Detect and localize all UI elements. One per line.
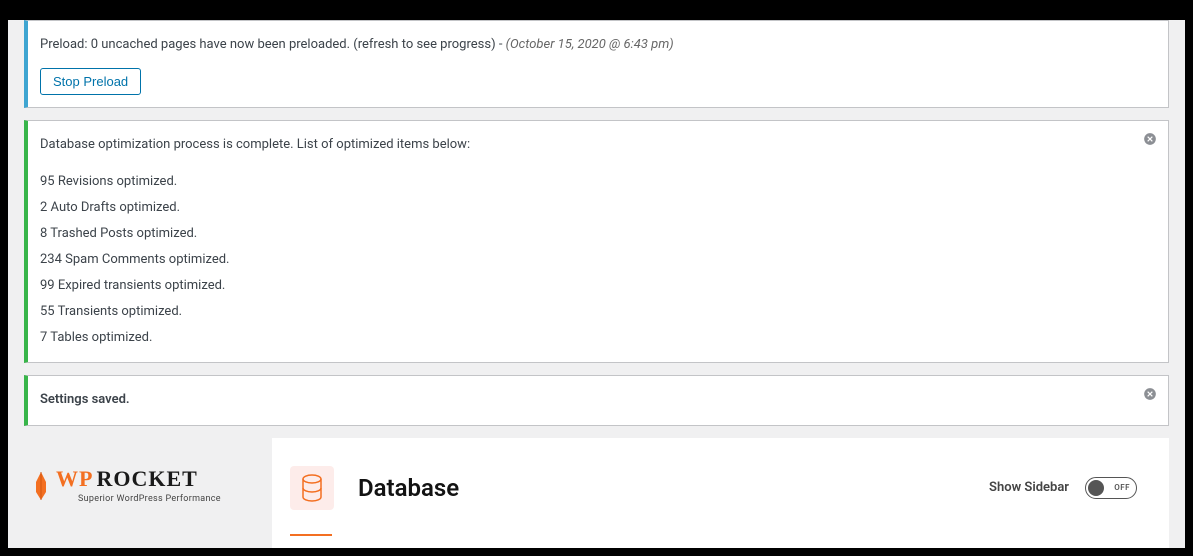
logo-tagline: Superior WordPress Performance [78, 494, 221, 504]
preload-notice-text: Preload: 0 uncached pages have now been … [40, 35, 1156, 56]
preload-timestamp: (October 15, 2020 @ 6:43 pm) [506, 37, 674, 52]
database-icon [300, 474, 324, 502]
db-notice-title: Database optimization process is complet… [40, 135, 1156, 156]
page-title: Database [358, 474, 459, 502]
logo-rocket: ROCKET [96, 466, 197, 491]
show-sidebar-label: Show Sidebar [989, 480, 1069, 495]
settings-saved-text: Settings saved. [40, 390, 1156, 411]
close-icon [1143, 387, 1157, 401]
toggle-knob [1088, 480, 1104, 496]
sidebar-toggle[interactable]: OFF [1085, 477, 1137, 499]
settings-saved-notice: Settings saved. [24, 375, 1169, 426]
preload-text: Preload: 0 uncached pages have now been … [40, 37, 506, 52]
logo-column: WPROCKET Superior WordPress Performance [24, 438, 254, 548]
active-tab-indicator [290, 534, 332, 536]
db-item: 55 Transients optimized. [40, 300, 1156, 324]
toggle-state: OFF [1114, 483, 1130, 492]
preload-notice: Preload: 0 uncached pages have now been … [24, 20, 1169, 108]
dismiss-saved-notice-button[interactable] [1140, 384, 1160, 404]
db-optimization-notice: Database optimization process is complet… [24, 120, 1169, 363]
stop-preload-button[interactable]: Stop Preload [40, 68, 141, 95]
db-item: 234 Spam Comments optimized. [40, 248, 1156, 272]
db-item: 8 Trashed Posts optimized. [40, 222, 1156, 246]
rocket-header: WPROCKET Superior WordPress Performance … [24, 438, 1169, 548]
dismiss-db-notice-button[interactable] [1140, 129, 1160, 149]
db-item: 7 Tables optimized. [40, 326, 1156, 350]
db-item: 95 Revisions optimized. [40, 170, 1156, 194]
db-optimized-list: 95 Revisions optimized. 2 Auto Drafts op… [40, 170, 1156, 350]
rocket-icon [32, 470, 50, 504]
db-item: 99 Expired transients optimized. [40, 274, 1156, 298]
database-icon-box [290, 466, 334, 510]
content-column: Database Show Sidebar OFF [272, 438, 1169, 548]
logo-wp: WP [56, 466, 93, 491]
db-item: 2 Auto Drafts optimized. [40, 196, 1156, 220]
close-icon [1143, 132, 1157, 146]
